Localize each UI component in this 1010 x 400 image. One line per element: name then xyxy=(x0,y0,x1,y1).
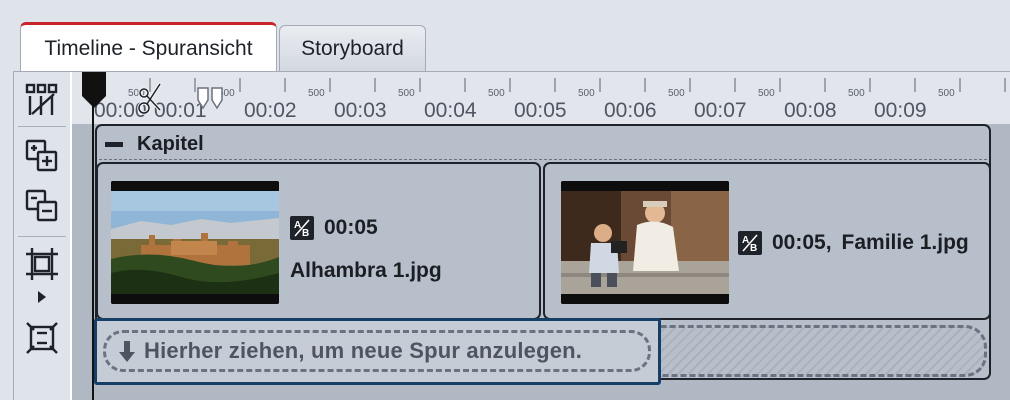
magic-wand-grid-button[interactable] xyxy=(20,78,64,122)
add-track-button[interactable] xyxy=(20,134,64,178)
transition-ab-icon[interactable]: A B xyxy=(290,216,314,240)
ruler-sub-label: 500 xyxy=(578,88,595,99)
fit-frame-icon xyxy=(26,322,58,354)
tab-storyboard[interactable]: Storyboard xyxy=(279,25,426,72)
marker-icon[interactable] xyxy=(196,86,226,115)
tab-timeline[interactable]: Timeline - Spuransicht xyxy=(20,22,277,72)
svg-text:B: B xyxy=(750,243,757,253)
clip-familie[interactable]: A B 00:05, Familie 1.jpg xyxy=(543,162,991,320)
ruler-time-label: 00:04 xyxy=(424,99,477,122)
ruler-sub-label: 500 xyxy=(398,88,415,99)
dropzone-text: Hierher ziehen, um neue Spur anzulegen. xyxy=(144,338,583,363)
ruler-sub-label: 500 xyxy=(488,88,505,99)
crop-frame-icon xyxy=(26,248,58,280)
clip-duration-row: A B 00:05 xyxy=(290,216,378,240)
ruler-time-label: 00:08 xyxy=(784,99,837,122)
clip-duration: 00:05, xyxy=(772,231,832,254)
arrow-down-icon xyxy=(118,339,136,363)
ruler-time-label: 00:09 xyxy=(874,99,927,122)
ruler-sub-label: 500 xyxy=(938,88,955,99)
toolbar-expand-arrow-icon[interactable] xyxy=(38,291,46,303)
add-track-icon xyxy=(25,139,58,172)
ruler-sub-label: 500 xyxy=(848,88,865,99)
dropzone-tooltip[interactable]: Hierher ziehen, um neue Spur anzulegen. xyxy=(94,318,661,385)
ruler-sub-label: 500 xyxy=(668,88,685,99)
ruler-sub-label: 500 xyxy=(758,88,775,99)
clip-info-row: A B 00:05, Familie 1.jpg xyxy=(738,231,969,255)
chapter-divider xyxy=(99,159,987,160)
scissors-icon[interactable] xyxy=(136,82,164,121)
playhead-handle-icon[interactable] xyxy=(80,72,108,115)
playhead-line[interactable] xyxy=(92,90,94,400)
clip-filename: Familie 1.jpg xyxy=(841,231,969,254)
fit-frame-button[interactable] xyxy=(20,316,64,360)
crop-frame-button[interactable] xyxy=(20,242,64,286)
chapter-title: Kapitel xyxy=(137,132,204,155)
ruler-time-label: 00:06 xyxy=(604,99,657,122)
magic-wand-grid-icon xyxy=(25,83,58,115)
transition-ab-icon[interactable]: A B xyxy=(738,231,762,255)
ruler-time-label: 00:02 xyxy=(244,99,297,122)
left-toolbar xyxy=(14,72,70,400)
svg-text:B: B xyxy=(302,228,309,238)
clip-alhambra[interactable]: A B 00:05 Alhambra 1.jpg xyxy=(96,162,541,320)
remove-track-button[interactable] xyxy=(20,184,64,228)
ruler-time-label: 00:05 xyxy=(514,99,567,122)
remove-track-icon xyxy=(25,189,58,222)
ruler-sub-label: 500 xyxy=(308,88,325,99)
dropzone-label-box: Hierher ziehen, um neue Spur anzulegen. xyxy=(103,330,651,372)
clip-duration: 00:05 xyxy=(324,216,378,239)
clip-filename-row: Alhambra 1.jpg xyxy=(290,259,442,283)
toolbar-separator xyxy=(18,236,66,237)
ruler-time-label: 00:07 xyxy=(694,99,747,122)
clip-filename: Alhambra 1.jpg xyxy=(290,259,442,282)
collapse-minus-icon[interactable] xyxy=(105,141,123,147)
ruler-time-label: 00:03 xyxy=(334,99,387,122)
alhambra-thumbnail xyxy=(111,181,279,304)
familie-thumbnail xyxy=(561,181,729,304)
toolbar-separator xyxy=(18,126,66,127)
chapter-header: Kapitel xyxy=(105,132,204,156)
